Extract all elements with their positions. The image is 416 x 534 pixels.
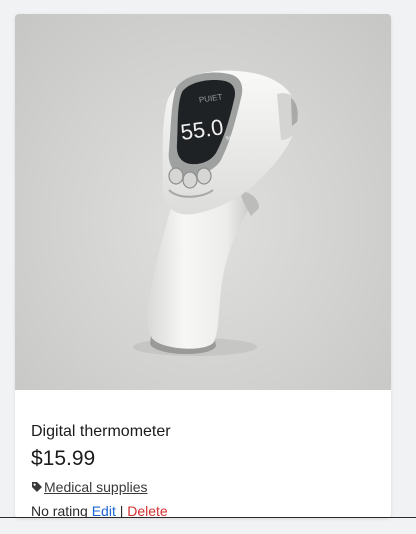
separator: | (119, 503, 124, 518)
rating-text: No rating (31, 503, 88, 518)
category-link[interactable]: Medical supplies (44, 478, 148, 496)
delete-link[interactable]: Delete (127, 503, 167, 518)
edit-link[interactable]: Edit (92, 503, 116, 518)
product-image[interactable]: PUIET 55.0 % (15, 14, 391, 390)
divider (0, 517, 416, 518)
tag-icon (32, 482, 42, 492)
product-meta: No rating Edit | Delete (31, 502, 168, 518)
thermometer-illustration: PUIET 55.0 % (133, 70, 300, 356)
product-price: $15.99 (31, 447, 96, 470)
product-card: PUIET 55.0 % Digital thermometer $15.99 … (15, 14, 391, 518)
product-title[interactable]: Digital thermometer (31, 422, 171, 442)
product-category: Medical supplies (31, 478, 148, 496)
display-unit: % (225, 135, 232, 143)
